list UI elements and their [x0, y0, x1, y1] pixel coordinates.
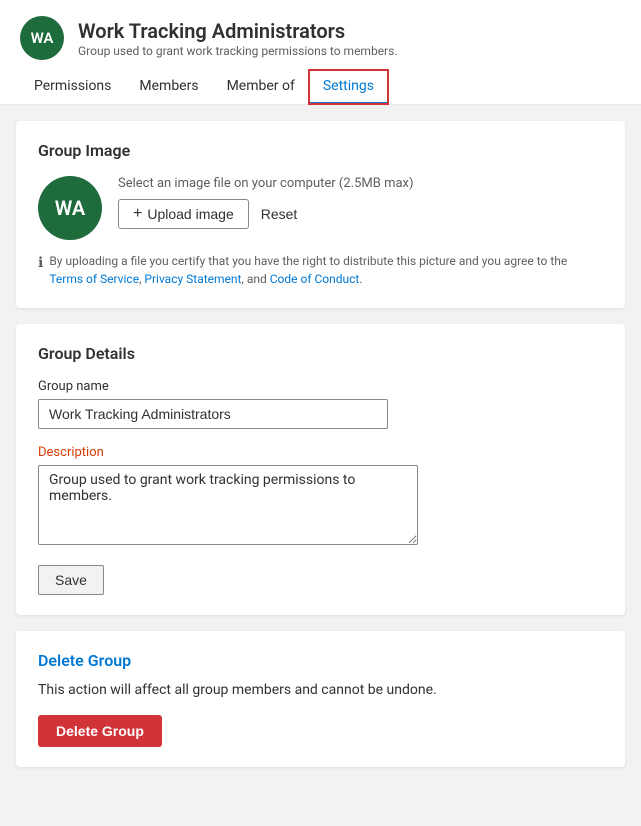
plus-icon: +	[133, 206, 142, 222]
group-name-label: Group name	[38, 379, 603, 394]
info-icon: ℹ	[38, 253, 43, 274]
delete-group-card: Delete Group This action will affect all…	[16, 631, 625, 767]
group-details-card: Group Details Group name Description Gro…	[16, 324, 625, 615]
group-image-card: Group Image WA Select an image file on y…	[16, 121, 625, 308]
group-name-input[interactable]	[38, 399, 388, 429]
group-image-title: Group Image	[38, 141, 603, 160]
delete-section-title: Delete Group	[38, 651, 603, 670]
description-group: Description Group used to grant work tra…	[38, 445, 603, 549]
description-textarea[interactable]: Group used to grant work tracking permis…	[38, 465, 418, 545]
group-avatar: WA	[20, 16, 64, 60]
page-title: Work Tracking Administrators	[78, 18, 397, 44]
upload-notice: ℹ By uploading a file you certify that y…	[38, 252, 603, 288]
image-buttons: + Upload image Reset	[118, 199, 414, 229]
notice-text: By uploading a file you certify that you…	[49, 252, 603, 288]
terms-link[interactable]: Terms of Service	[49, 272, 139, 286]
image-hint: Select an image file on your computer (2…	[118, 176, 414, 191]
main-content: Group Image WA Select an image file on y…	[0, 105, 641, 783]
privacy-link[interactable]: Privacy Statement	[144, 272, 241, 286]
description-label: Description	[38, 445, 603, 460]
tab-member-of[interactable]: Member of	[213, 70, 309, 104]
tab-permissions[interactable]: Permissions	[20, 70, 125, 104]
save-button[interactable]: Save	[38, 565, 104, 595]
group-details-title: Group Details	[38, 344, 603, 363]
reset-button[interactable]: Reset	[257, 200, 302, 228]
delete-group-button[interactable]: Delete Group	[38, 715, 162, 747]
tab-members[interactable]: Members	[125, 70, 212, 104]
image-controls: Select an image file on your computer (2…	[118, 176, 414, 229]
upload-image-button[interactable]: + Upload image	[118, 199, 249, 229]
tab-settings[interactable]: Settings	[309, 70, 388, 104]
page-subtitle: Group used to grant work tracking permis…	[78, 44, 397, 58]
group-image-avatar: WA	[38, 176, 102, 240]
upload-label: Upload image	[147, 206, 233, 222]
delete-warning: This action will affect all group member…	[38, 680, 603, 701]
header-text: Work Tracking Administrators Group used …	[78, 18, 397, 58]
nav-tabs: Permissions Members Member of Settings	[20, 70, 621, 104]
group-name-group: Group name	[38, 379, 603, 429]
conduct-link[interactable]: Code of Conduct	[270, 272, 360, 286]
page-header: WA Work Tracking Administrators Group us…	[0, 0, 641, 105]
